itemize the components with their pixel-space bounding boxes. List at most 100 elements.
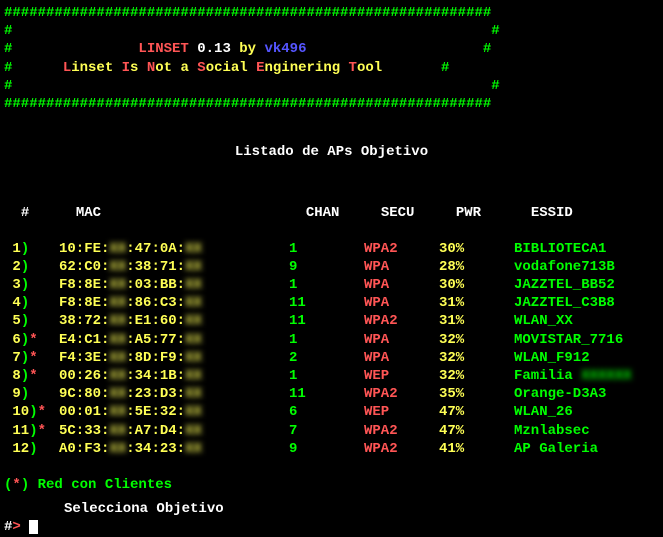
cell-chan: 9 [289,258,364,276]
cell-essid: vodafone713B [514,258,615,276]
banner-empty-row: # # [4,22,659,40]
cell-essid: AP Galeria [514,440,598,458]
cell-idx: 1) [4,240,59,258]
cell-pwr: 31% [439,294,514,312]
banner-empty-row-2: # # [4,77,659,95]
cell-idx: 3) [4,276,59,294]
cell-chan: 9 [289,440,364,458]
banner-border-top: ########################################… [4,4,659,22]
table-row: 5)38:72:XX:E1:60:XX11WPA231%WLAN_XX [4,312,659,330]
cell-chan: 11 [289,294,364,312]
header-mac: MAC [76,204,306,222]
cell-secu: WPA [364,294,439,312]
banner-border-bottom: ########################################… [4,95,659,113]
cell-chan: 1 [289,240,364,258]
cell-secu: WPA2 [364,385,439,403]
table-row: 3)F8:8E:XX:03:BB:XX1WPA30%JAZZTEL_BB52 [4,276,659,294]
cell-pwr: 47% [439,422,514,440]
header-pwr: PWR [456,204,531,222]
cell-mac: E4:C1:XX:A5:77:XX [59,331,289,349]
table-row: 8)*00:26:XX:34:1B:XX1WEP32%Familia XXXXX… [4,367,659,385]
cell-essid: JAZZTEL_BB52 [514,276,615,294]
cell-secu: WPA [364,349,439,367]
cell-pwr: 30% [439,240,514,258]
legend: (*) Red con Clientes [4,476,659,494]
cell-essid: Mznlabsec [514,422,590,440]
cell-chan: 7 [289,422,364,440]
table-row: 11)*5C:33:XX:A7:D4:XX7WPA247%Mznlabsec [4,422,659,440]
table-row: 4)F8:8E:XX:86:C3:XX11WPA31%JAZZTEL_C3B8 [4,294,659,312]
cell-pwr: 31% [439,312,514,330]
cell-essid: WLAN_XX [514,312,573,330]
cell-pwr: 32% [439,331,514,349]
cell-secu: WPA2 [364,312,439,330]
banner: ########################################… [4,4,659,113]
ap-table: 1)10:FE:XX:47:0A:XX1WPA230%BIBLIOTECA1 2… [4,240,659,458]
prompt-input-line[interactable]: #> [4,518,659,536]
prompt-label: Selecciona Objetivo [64,500,659,518]
table-header: #MACCHANSECUPWRESSID [4,185,659,221]
header-idx: # [21,204,76,222]
table-row: 9)9C:80:XX:23:D3:XX11WPA235%Orange-D3A3 [4,385,659,403]
cell-idx: 5) [4,312,59,330]
cell-essid: Familia XXXXXX [514,367,632,385]
cell-chan: 11 [289,312,364,330]
cell-pwr: 32% [439,349,514,367]
cell-mac: F8:8E:XX:86:C3:XX [59,294,289,312]
cell-idx: 6)* [4,331,59,349]
table-row: 7)*F4:3E:XX:8D:F9:XX2WPA32%WLAN_F912 [4,349,659,367]
cell-essid: WLAN_26 [514,403,573,421]
cell-secu: WPA [364,276,439,294]
banner-title-1: # LINSET 0.13 by vk496 # [4,40,659,58]
cell-idx: 8)* [4,367,59,385]
cell-secu: WPA [364,331,439,349]
cell-idx: 12) [4,440,59,458]
cell-idx: 4) [4,294,59,312]
cell-idx: 11)* [4,422,59,440]
cell-idx: 7)* [4,349,59,367]
header-essid: ESSID [531,204,573,222]
cell-chan: 2 [289,349,364,367]
cell-secu: WPA [364,258,439,276]
cell-pwr: 28% [439,258,514,276]
cell-mac: 00:01:XX:5E:32:XX [59,403,289,421]
cell-chan: 11 [289,385,364,403]
cell-idx: 10)* [4,403,59,421]
cell-mac: 00:26:XX:34:1B:XX [59,367,289,385]
cell-secu: WEP [364,403,439,421]
table-row: 12)A0:F3:XX:34:23:XX9WPA241%AP Galeria [4,440,659,458]
table-row: 10)*00:01:XX:5E:32:XX6WEP47%WLAN_26 [4,403,659,421]
cell-essid: JAZZTEL_C3B8 [514,294,615,312]
cell-idx: 2) [4,258,59,276]
cell-chan: 6 [289,403,364,421]
cell-pwr: 30% [439,276,514,294]
cell-mac: 10:FE:XX:47:0A:XX [59,240,289,258]
cell-mac: 62:C0:XX:38:71:XX [59,258,289,276]
header-chan: CHAN [306,204,381,222]
cell-essid: Orange-D3A3 [514,385,606,403]
cell-secu: WPA2 [364,240,439,258]
section-title: Listado de APs Objetivo [4,143,659,161]
cell-mac: 38:72:XX:E1:60:XX [59,312,289,330]
table-row: 1)10:FE:XX:47:0A:XX1WPA230%BIBLIOTECA1 [4,240,659,258]
cell-essid: BIBLIOTECA1 [514,240,606,258]
cell-pwr: 35% [439,385,514,403]
cell-mac: 9C:80:XX:23:D3:XX [59,385,289,403]
cell-mac: F8:8E:XX:03:BB:XX [59,276,289,294]
cell-pwr: 32% [439,367,514,385]
cell-mac: A0:F3:XX:34:23:XX [59,440,289,458]
table-row: 6)*E4:C1:XX:A5:77:XX1WPA32%MOVISTAR_7716 [4,331,659,349]
cell-chan: 1 [289,367,364,385]
cursor [29,520,38,534]
cell-essid: WLAN_F912 [514,349,590,367]
cell-essid: MOVISTAR_7716 [514,331,623,349]
cell-mac: 5C:33:XX:A7:D4:XX [59,422,289,440]
prompt[interactable]: Selecciona Objetivo #> [4,500,659,536]
cell-pwr: 47% [439,403,514,421]
banner-title-2: # Linset Is Not a Social Enginering Tool… [4,59,659,77]
cell-secu: WPA2 [364,440,439,458]
header-secu: SECU [381,204,456,222]
cell-chan: 1 [289,276,364,294]
cell-idx: 9) [4,385,59,403]
cell-mac: F4:3E:XX:8D:F9:XX [59,349,289,367]
